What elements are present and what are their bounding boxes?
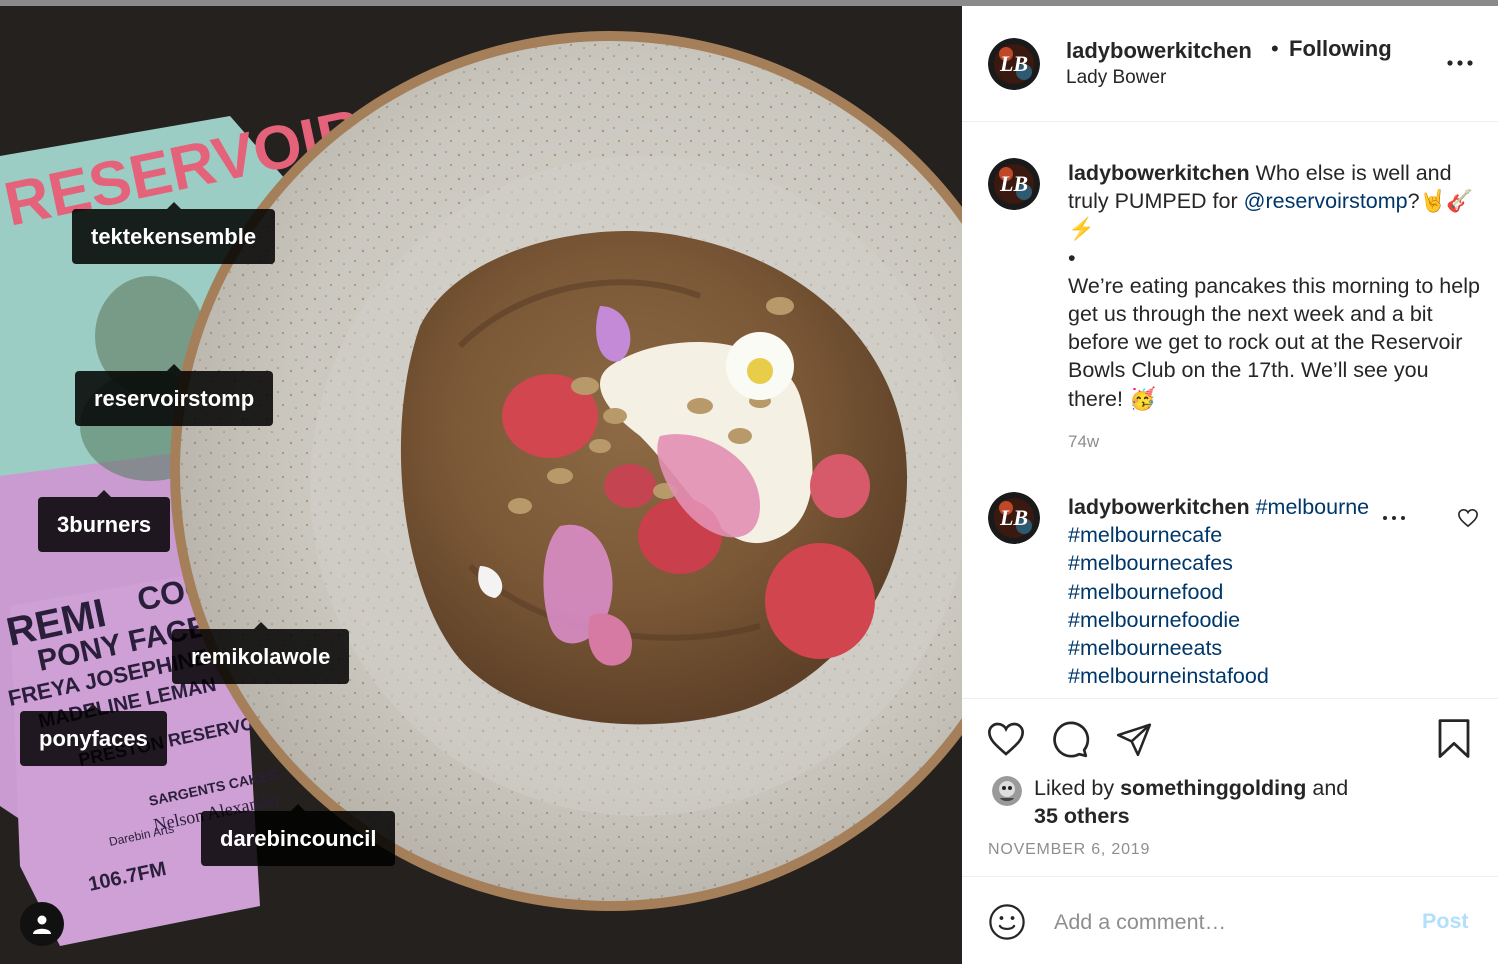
caption-bullet: • [1068,245,1076,270]
comment-hashtag[interactable]: #melbourneeats [1068,634,1398,662]
comment-hashtag[interactable]: #melbournecafe [1068,521,1398,549]
comment-icon[interactable] [1050,720,1090,760]
comment-username[interactable]: ladybowerkitchen [1068,495,1250,519]
caption-mention[interactable]: @reservoirstomp [1244,189,1408,213]
header-separator: • [1271,36,1279,61]
liker-avatar[interactable] [992,776,1022,806]
likes-others[interactable]: 35 others [1034,802,1348,830]
lady-bower-logo: LB [988,158,1040,210]
share-icon[interactable] [1114,720,1154,758]
svg-text:LB: LB [999,171,1028,196]
comment-bar: Post [962,876,1498,965]
liker-username[interactable]: somethinggolding [1120,776,1306,800]
more-options-icon[interactable] [1446,58,1474,68]
actions-divider [962,698,1498,700]
caption-author-avatar[interactable]: LB [988,158,1040,210]
author-avatar[interactable]: LB [988,38,1040,90]
post-date: NOVEMBER 6, 2019 [988,841,1151,858]
bookmark-icon[interactable] [1436,718,1472,760]
caption-username[interactable]: ladybowerkitchen [1068,161,1250,185]
post-comment-button[interactable]: Post [1422,909,1469,934]
comment-hashtag[interactable]: #melbourneinstafood [1068,662,1398,690]
lady-bower-logo: LB [988,492,1040,544]
likes-and: and [1312,776,1349,800]
hashtag-comment: ladybowerkitchen #melbourne #melbourneca… [1068,493,1398,690]
comment-hashtag[interactable]: #melbournefoodie [1068,606,1398,634]
photo-tag-3burners[interactable]: 3burners [38,490,171,552]
author-username[interactable]: ladybowerkitchen [1066,38,1252,64]
svg-text:LB: LB [999,505,1028,530]
post-header: LB ladybowerkitchen • Following Lady Bow… [962,6,1498,122]
liker-avatar-image [992,776,1022,806]
comment-more-icon[interactable] [1382,514,1406,522]
comment-hashtag[interactable]: #melbournecafes [1068,549,1398,577]
comment-input[interactable] [1052,901,1396,943]
post-sidebar: LB ladybowerkitchen • Following Lady Bow… [962,6,1498,964]
photo-tag-ponyfaces[interactable]: ponyfaces [20,704,167,766]
comment-hashtag[interactable]: #melbournefood [1068,578,1398,606]
comment-hashtag-first[interactable]: #melbourne [1256,495,1370,519]
comment-like-heart-icon[interactable] [1457,508,1479,528]
svg-text:LB: LB [999,51,1028,76]
photo-tag-darebincouncil[interactable]: darebincouncil [201,804,396,866]
pancake-photo: RESERVOIR STOMP REMI COOK PONY FACE FREY… [0,6,962,964]
post-time-ago[interactable]: 74w [1068,432,1099,452]
emoji-icon[interactable] [988,903,1026,941]
post-location[interactable]: Lady Bower [1066,67,1166,89]
user-tag-button[interactable] [20,902,64,946]
photo-tag-remikolawole[interactable]: remikolawole [172,622,350,684]
photo-tag-reservoirstomp[interactable]: reservoirstomp [75,364,274,426]
post-caption: ladybowerkitchen Who else is well and tr… [1068,159,1488,413]
photo-tag-tektekensemble[interactable]: tektekensemble [72,202,276,264]
comment-author-avatar[interactable]: LB [988,492,1040,544]
following-button[interactable]: Following [1289,36,1392,62]
caption-body: We’re eating pancakes this morning to he… [1068,273,1480,411]
likes-summary: Liked by somethinggolding and 35 others [1034,774,1348,830]
post-photo[interactable]: RESERVOIR STOMP REMI COOK PONY FACE FREY… [0,6,962,964]
like-heart-icon[interactable] [986,720,1026,758]
likes-prefix: Liked by [1034,776,1115,800]
user-tag-icon [33,915,51,934]
lady-bower-logo: LB [988,38,1040,90]
